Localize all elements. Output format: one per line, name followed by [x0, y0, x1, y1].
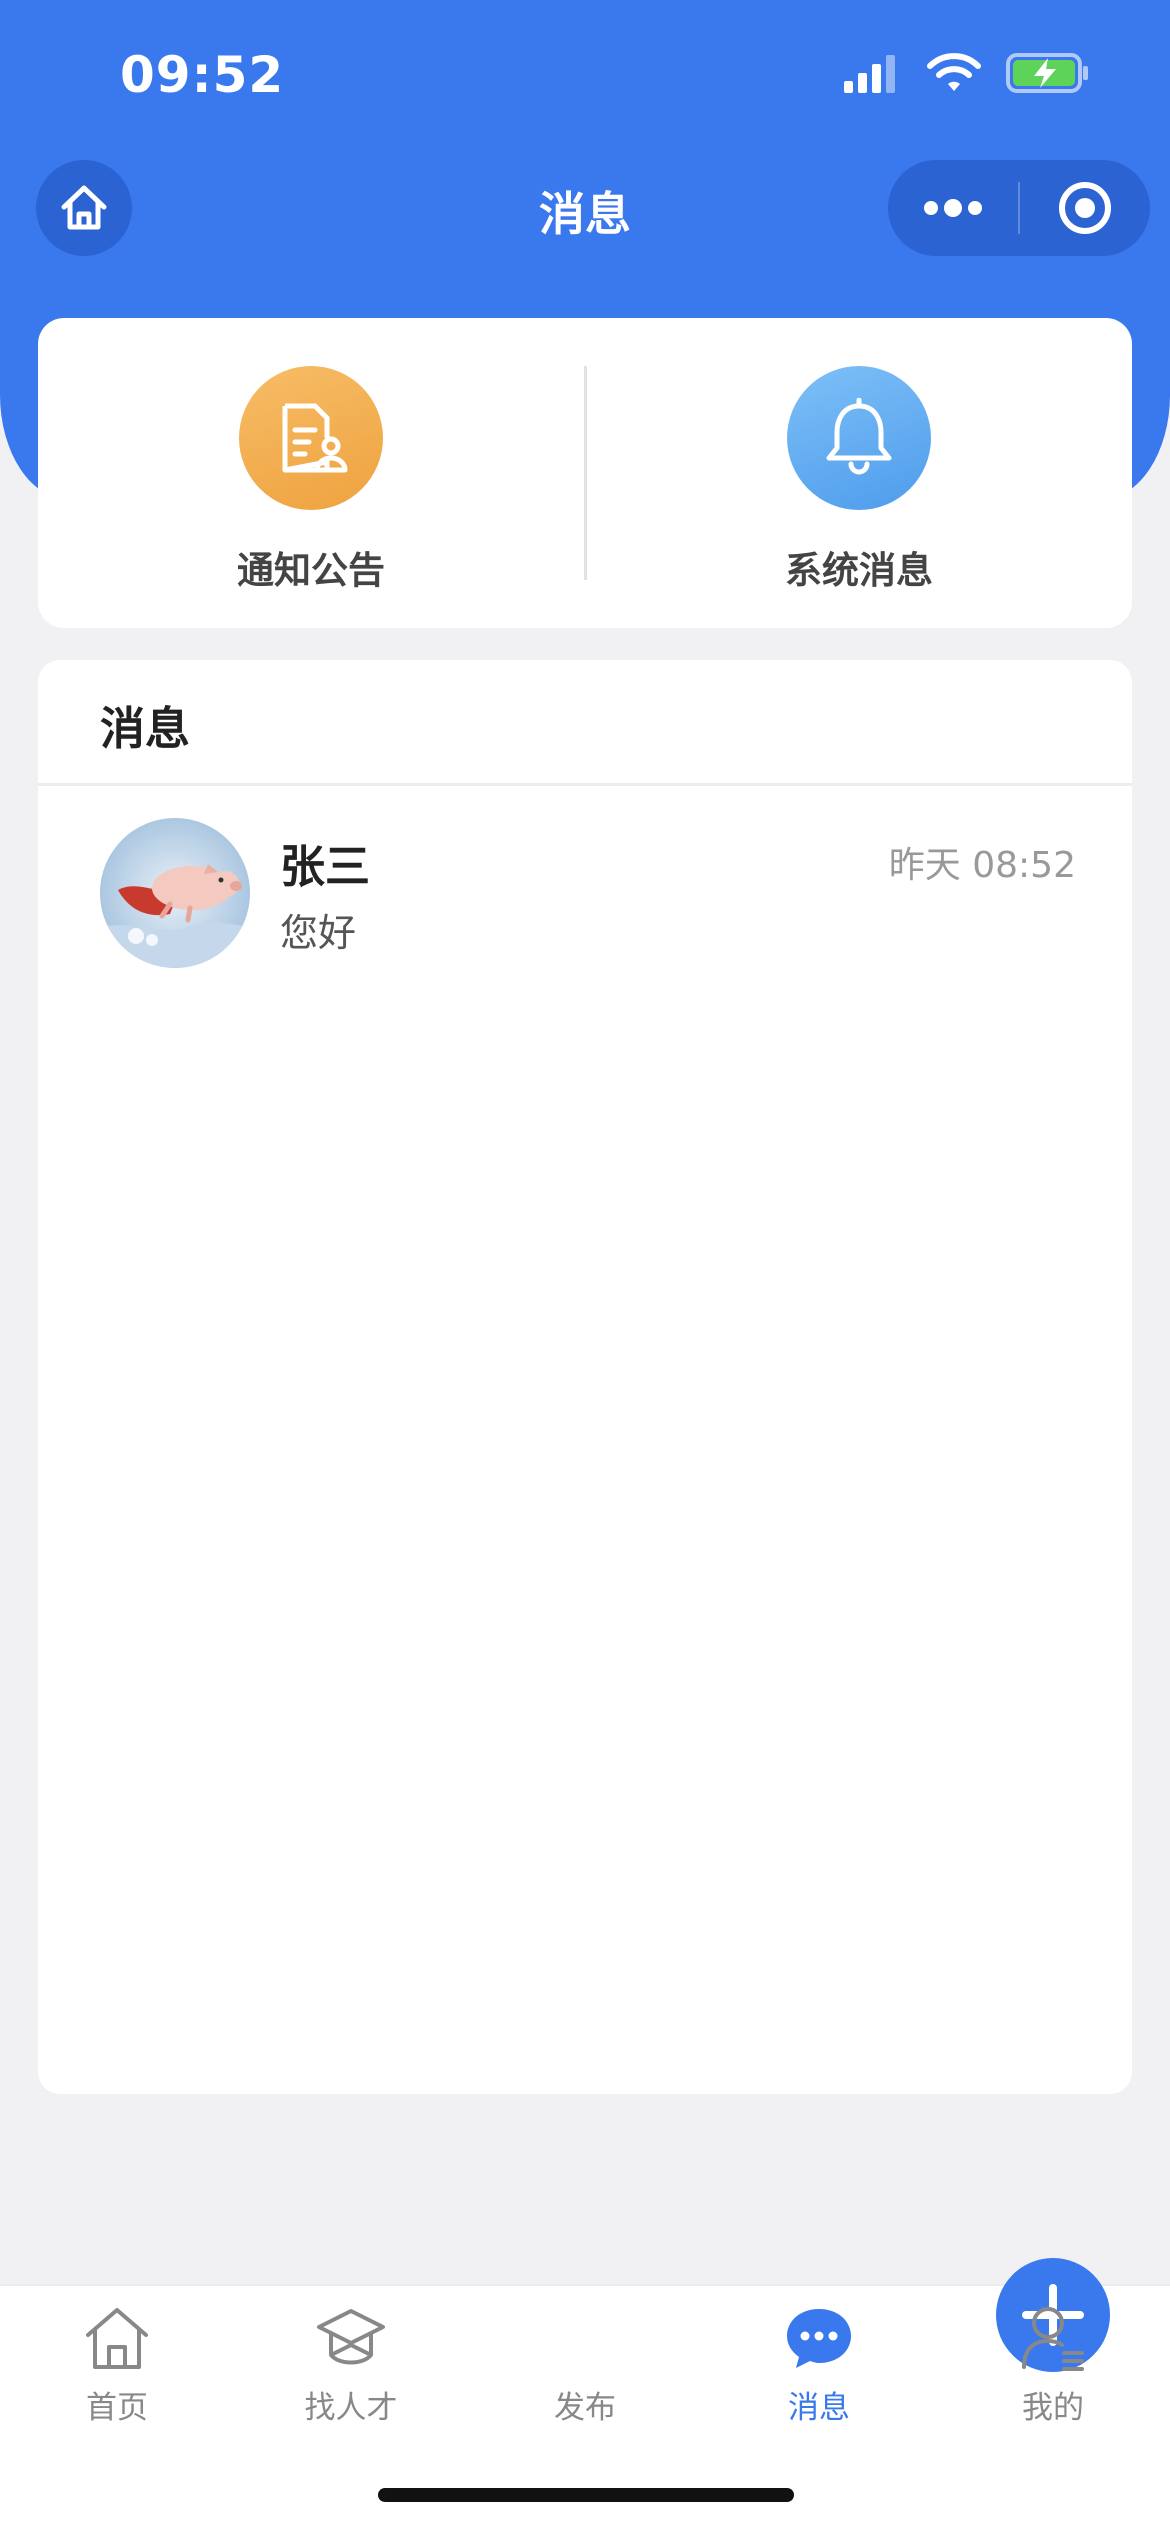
- tab-find-talent[interactable]: 找人才: [234, 2286, 468, 2436]
- mini-program-capsule: [888, 160, 1150, 256]
- chat-bubble-icon: [787, 2309, 851, 2368]
- home-indicator: [378, 2488, 794, 2502]
- quick-entry-divider: [584, 366, 587, 580]
- system-message-icon-circle: [787, 366, 931, 510]
- more-button[interactable]: [888, 198, 1018, 218]
- tab-home-label: 首页: [86, 2390, 148, 2426]
- flying-pig-avatar: [100, 818, 250, 968]
- avatar: [100, 818, 250, 968]
- user-profile-icon: [1022, 2307, 1084, 2371]
- more-icon: [924, 199, 982, 217]
- status-bar: 09:52: [0, 0, 1170, 150]
- system-message-entry[interactable]: 系统消息: [709, 366, 1009, 594]
- status-time: 09:52: [120, 46, 285, 104]
- battery-charging-icon: [1006, 53, 1088, 93]
- status-icons: [842, 52, 1090, 94]
- message-preview: 您好: [280, 911, 357, 955]
- tab-publish[interactable]: 发布: [468, 2258, 1110, 2436]
- wifi-icon: [927, 53, 981, 91]
- tab-home[interactable]: 首页: [0, 2286, 234, 2436]
- message-section-divider: [38, 783, 1132, 786]
- message-section-title: 消息: [100, 702, 191, 755]
- notice-entry[interactable]: 通知公告: [161, 366, 461, 594]
- message-sender-name: 张三: [280, 840, 371, 893]
- graduation-cap-icon: [317, 2309, 385, 2365]
- quick-entry-card: 通知公告 系统消息: [38, 318, 1132, 628]
- notice-document-icon: [282, 403, 348, 473]
- signal-icon: [844, 55, 895, 93]
- tab-me-label: 我的: [1022, 2390, 1084, 2426]
- navigation-bar: 消息: [0, 150, 1170, 266]
- notice-icon-circle: [239, 366, 383, 510]
- home-outline-icon: [86, 2308, 148, 2369]
- notice-label: 通知公告: [237, 549, 385, 592]
- target-icon: [1059, 182, 1111, 234]
- message-item[interactable]: 张三 您好 昨天 08:52: [38, 818, 1132, 978]
- tab-find-talent-label: 找人才: [304, 2390, 398, 2426]
- tab-messages[interactable]: 消息: [702, 2286, 936, 2436]
- close-mini-program-button[interactable]: [1020, 180, 1150, 236]
- tab-publish-label: 发布: [554, 2390, 616, 2426]
- bell-icon: [826, 398, 892, 475]
- tab-me[interactable]: 我的: [936, 2286, 1170, 2436]
- tab-messages-label: 消息: [788, 2390, 850, 2426]
- message-time: 昨天 08:52: [888, 845, 1076, 886]
- message-list-card: 消息 张三 您好 昨天 08:52: [38, 660, 1132, 2094]
- system-message-label: 系统消息: [785, 549, 933, 592]
